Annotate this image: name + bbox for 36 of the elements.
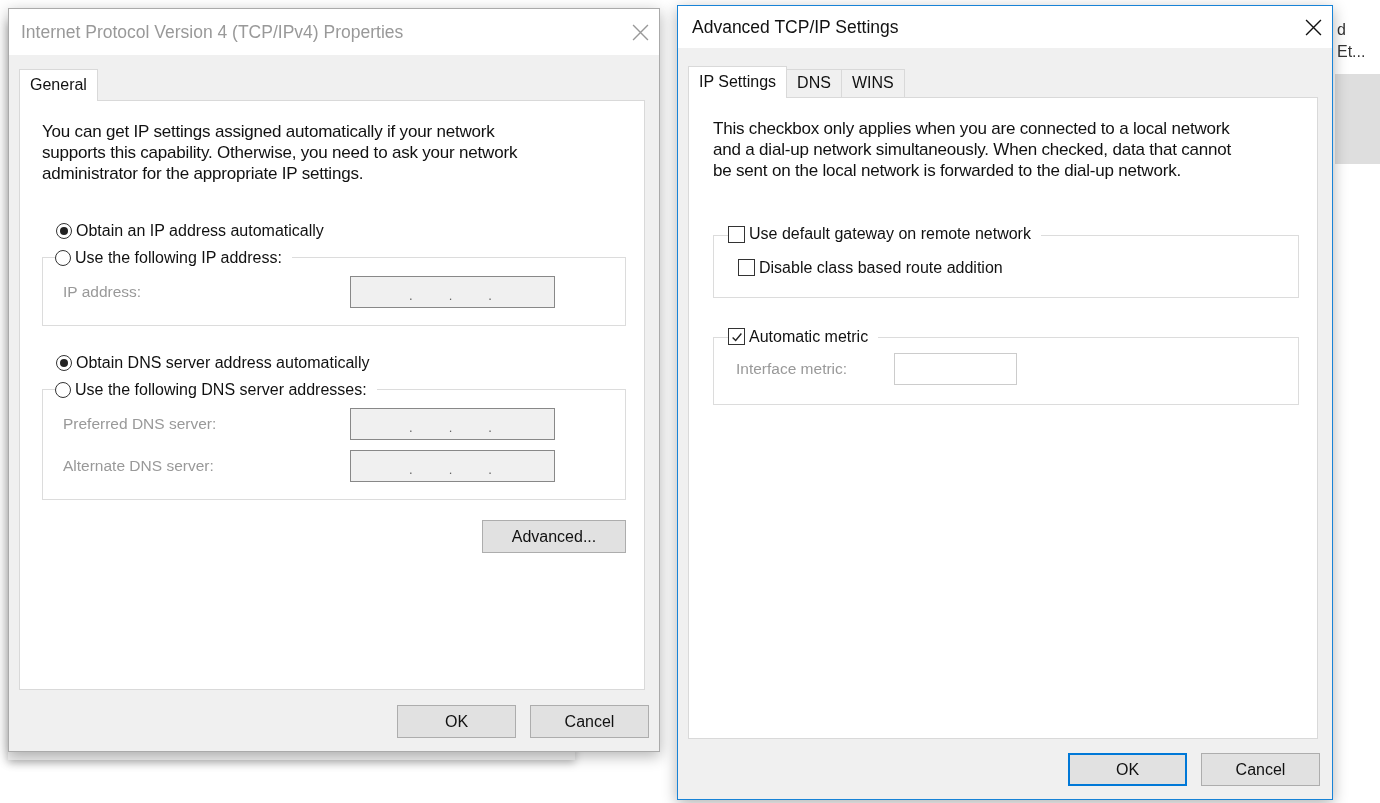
radio-button[interactable]: Obtain DNS server address automatically: [56, 354, 370, 372]
tab[interactable]: WINS: [841, 69, 905, 97]
tab[interactable]: General: [19, 69, 98, 101]
ok-button[interactable]: OK: [1068, 753, 1187, 786]
tab[interactable]: DNS: [787, 69, 842, 97]
ip-separator: .: [409, 420, 413, 434]
window-text: d: [1337, 20, 1347, 40]
checkbox[interactable]: Disable class based route addition: [738, 258, 1003, 277]
cancel-button[interactable]: Cancel: [530, 705, 649, 738]
field-label: Alternate DNS server:: [63, 457, 215, 475]
radio-button[interactable]: Use the following DNS server addresses:: [55, 381, 367, 399]
window-title: Advanced TCP/IP Settings: [692, 16, 899, 38]
description-text: You can get IP settings assigned automatically if your network supports this capability. Otherwise, you need to ask your network administrator for the appropriate IP settings.: [42, 121, 519, 184]
advanced-button[interactable]: Advanced...: [482, 520, 626, 553]
ip-separator: .: [448, 462, 453, 476]
tab[interactable]: IP Settings: [688, 66, 788, 98]
ip-separator: .: [409, 462, 413, 476]
field-label: IP address:: [63, 283, 143, 301]
checkbox[interactable]: Use default gateway on remote network: [728, 225, 1031, 243]
radio-button[interactable]: Obtain an IP address automatically: [56, 222, 324, 240]
ok-button[interactable]: OK: [397, 705, 516, 738]
radio-button[interactable]: Use the following IP address:: [55, 249, 282, 267]
ip-separator: .: [448, 288, 453, 302]
field-label: Interface metric:: [736, 359, 849, 378]
ip-separator: .: [448, 420, 453, 434]
ip-separator: .: [488, 420, 492, 434]
field-label: Preferred DNS server:: [63, 415, 218, 433]
window-text: Et...: [1337, 42, 1367, 62]
ip-separator: .: [488, 462, 492, 476]
checkbox[interactable]: Automatic metric: [728, 327, 869, 346]
window-title: Internet Protocol Version 4 (TCP/IPv4) Properties: [21, 21, 404, 43]
cancel-button[interactable]: Cancel: [1201, 753, 1320, 786]
description-text: This checkbox only applies when you are connected to a local network and a dial-up network simultaneously. When checked, data that cannot be sent on the local network is forwarded to the dial-up network.: [713, 118, 1233, 181]
ip-separator: .: [488, 288, 492, 302]
ip-separator: .: [409, 288, 413, 302]
close-icon[interactable]: [1305, 18, 1322, 36]
